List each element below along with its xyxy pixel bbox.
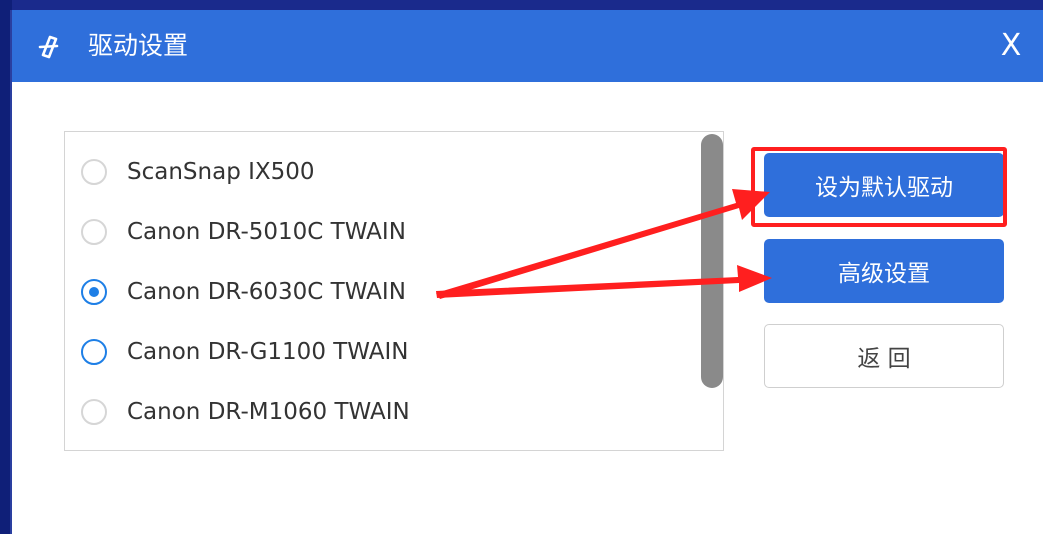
driver-list: ScanSnap IX500 Canon DR-5010C TWAIN Cano… xyxy=(64,131,724,451)
radio-button[interactable] xyxy=(81,399,107,425)
advanced-settings-button[interactable]: 高级设置 xyxy=(764,239,1004,303)
scrollbar-thumb[interactable] xyxy=(701,134,723,388)
close-button[interactable]: X xyxy=(993,28,1029,64)
scanner-logo-icon xyxy=(38,35,59,59)
driver-option[interactable]: Canon DR-5010C TWAIN xyxy=(81,212,406,252)
radio-button[interactable] xyxy=(81,339,107,365)
highlight-annotation xyxy=(751,147,1007,227)
back-button[interactable]: 返 回 xyxy=(764,324,1004,388)
radio-button-selected[interactable] xyxy=(81,279,107,305)
driver-option[interactable]: Canon DR-6030C TWAIN xyxy=(81,272,406,312)
driver-label: Canon DR-6030C TWAIN xyxy=(127,279,406,305)
driver-label: ScanSnap IX500 xyxy=(127,159,315,185)
radio-button[interactable] xyxy=(81,219,107,245)
driver-label: Canon DR-5010C TWAIN xyxy=(127,219,406,245)
driver-option[interactable]: Canon DR-G1100 TWAIN xyxy=(81,332,409,372)
dialog-title: 驱动设置 xyxy=(88,31,189,60)
driver-label: Canon DR-M1060 TWAIN xyxy=(127,399,410,425)
driver-option[interactable]: Canon DR-M1060 TWAIN xyxy=(81,392,410,432)
close-icon: X xyxy=(1000,28,1022,63)
driver-settings-dialog: 驱动设置 X ScanSnap IX500 Canon DR-5010C TWA… xyxy=(10,10,1043,534)
radio-button[interactable] xyxy=(81,159,107,185)
list-scrollbar[interactable] xyxy=(701,132,723,450)
title-bar: 驱动设置 X xyxy=(12,10,1043,82)
driver-label: Canon DR-G1100 TWAIN xyxy=(127,339,409,365)
driver-option[interactable]: ScanSnap IX500 xyxy=(81,152,315,192)
